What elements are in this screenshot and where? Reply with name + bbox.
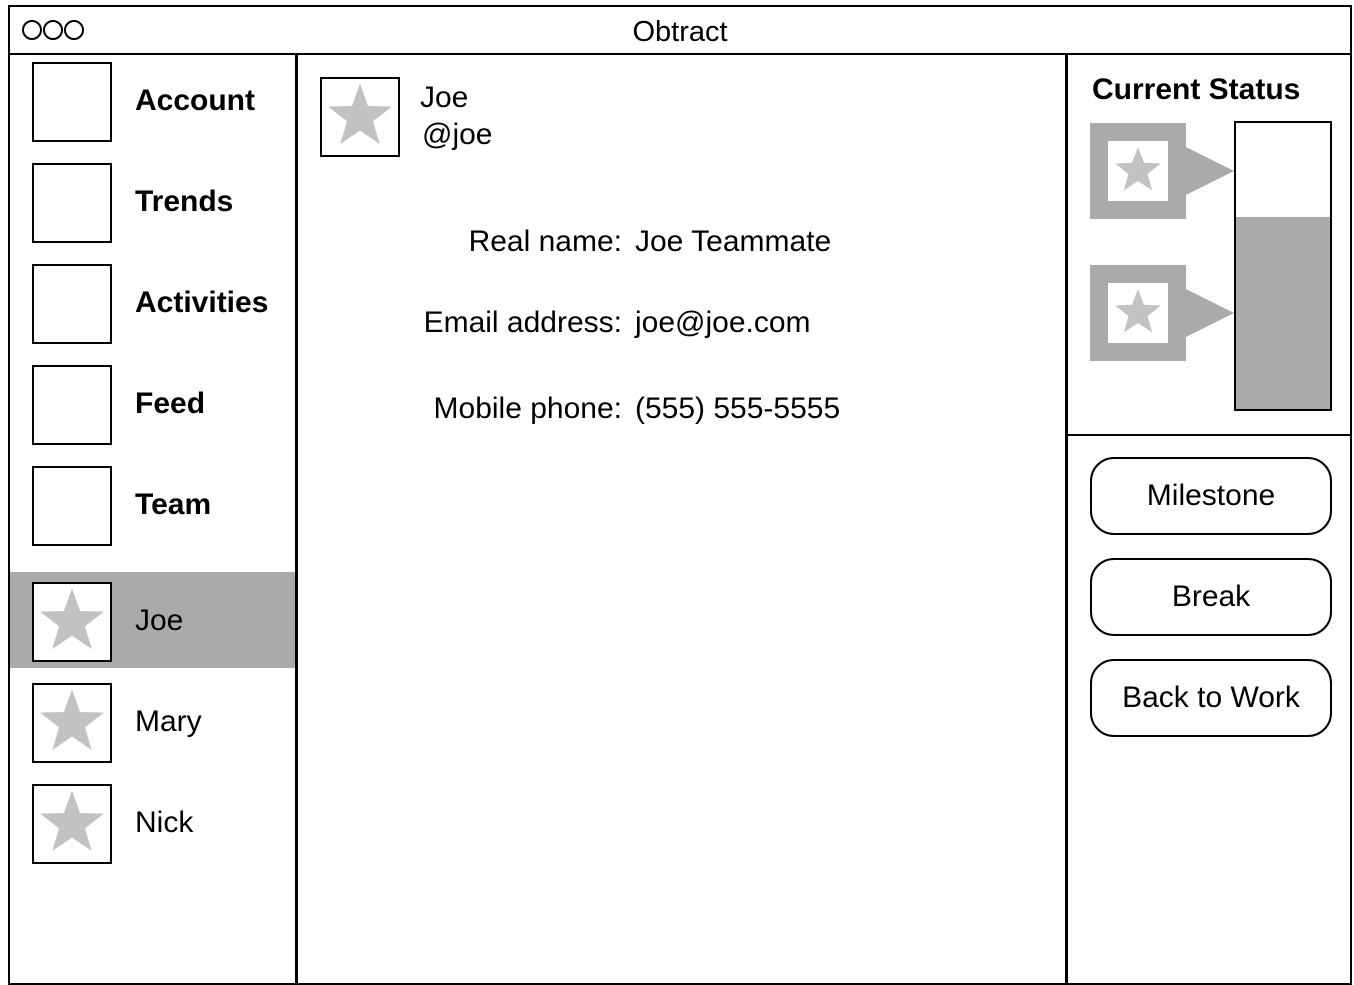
nick-avatar-star-icon — [32, 784, 112, 864]
sidebar-item-team[interactable]: Team — [10, 459, 295, 555]
account-icon — [32, 62, 112, 142]
current-status-title: Current Status — [1092, 73, 1301, 106]
sidebar-item-label: Account — [135, 84, 255, 117]
team-icon — [32, 466, 112, 546]
sidebar-item-trends[interactable]: Trends — [10, 156, 295, 252]
profile-panel: Joe @joe Real name: Joe Teammate Email a… — [298, 55, 1065, 983]
app-window: Obtract Account Trends Activities Feed T… — [8, 5, 1352, 985]
real-name-value: Joe Teammate — [635, 225, 832, 258]
profile-name: Joe — [420, 81, 469, 114]
current-status-section: Current Status — [1068, 55, 1350, 436]
milestone-button[interactable]: Milestone — [1090, 457, 1332, 535]
profile-avatar-star-icon — [320, 77, 400, 157]
joe-avatar-star-icon — [32, 582, 112, 662]
status-marker-arrow-icon — [1186, 289, 1234, 337]
status-level-bar — [1234, 121, 1332, 411]
feed-icon — [32, 365, 112, 445]
sidebar-item-label: Mary — [135, 705, 202, 738]
email-address-label: Email address: — [423, 306, 622, 339]
title-bar: Obtract — [10, 7, 1350, 55]
sidebar-item-account[interactable]: Account — [10, 55, 295, 151]
break-button[interactable]: Break — [1090, 558, 1332, 636]
status-marker-lower — [1090, 265, 1186, 361]
sidebar: Account Trends Activities Feed Team Joe — [10, 55, 298, 983]
sidebar-item-mary[interactable]: Mary — [10, 673, 295, 769]
status-marker-star-icon — [1108, 283, 1168, 343]
sidebar-item-activities[interactable]: Activities — [10, 257, 295, 353]
trends-icon — [32, 163, 112, 243]
status-marker-upper — [1090, 123, 1186, 219]
email-address-value: joe@joe.com — [635, 306, 811, 339]
sidebar-item-label: Team — [135, 488, 212, 521]
status-marker-arrow-icon — [1186, 147, 1234, 195]
status-marker-star-icon — [1108, 141, 1168, 201]
sidebar-item-feed[interactable]: Feed — [10, 358, 295, 454]
status-panel: Current Status Milestone Break Back to W… — [1065, 55, 1350, 983]
profile-handle: @joe — [422, 118, 493, 151]
sidebar-item-label: Trends — [135, 185, 234, 218]
sidebar-item-label: Nick — [135, 806, 194, 839]
mobile-phone-label: Mobile phone: — [433, 392, 622, 425]
sidebar-item-label: Activities — [135, 286, 269, 319]
real-name-label: Real name: — [468, 225, 622, 258]
mary-avatar-star-icon — [32, 683, 112, 763]
sidebar-item-nick[interactable]: Nick — [10, 774, 295, 870]
sidebar-item-joe[interactable]: Joe — [10, 572, 295, 668]
back-to-work-button[interactable]: Back to Work — [1090, 659, 1332, 737]
mobile-phone-value: (555) 555-5555 — [635, 392, 841, 425]
window-title: Obtract — [632, 16, 728, 48]
sidebar-item-label: Feed — [135, 387, 206, 420]
status-level-fill — [1236, 217, 1330, 409]
sidebar-item-label: Joe — [135, 604, 184, 637]
activities-icon — [32, 264, 112, 344]
